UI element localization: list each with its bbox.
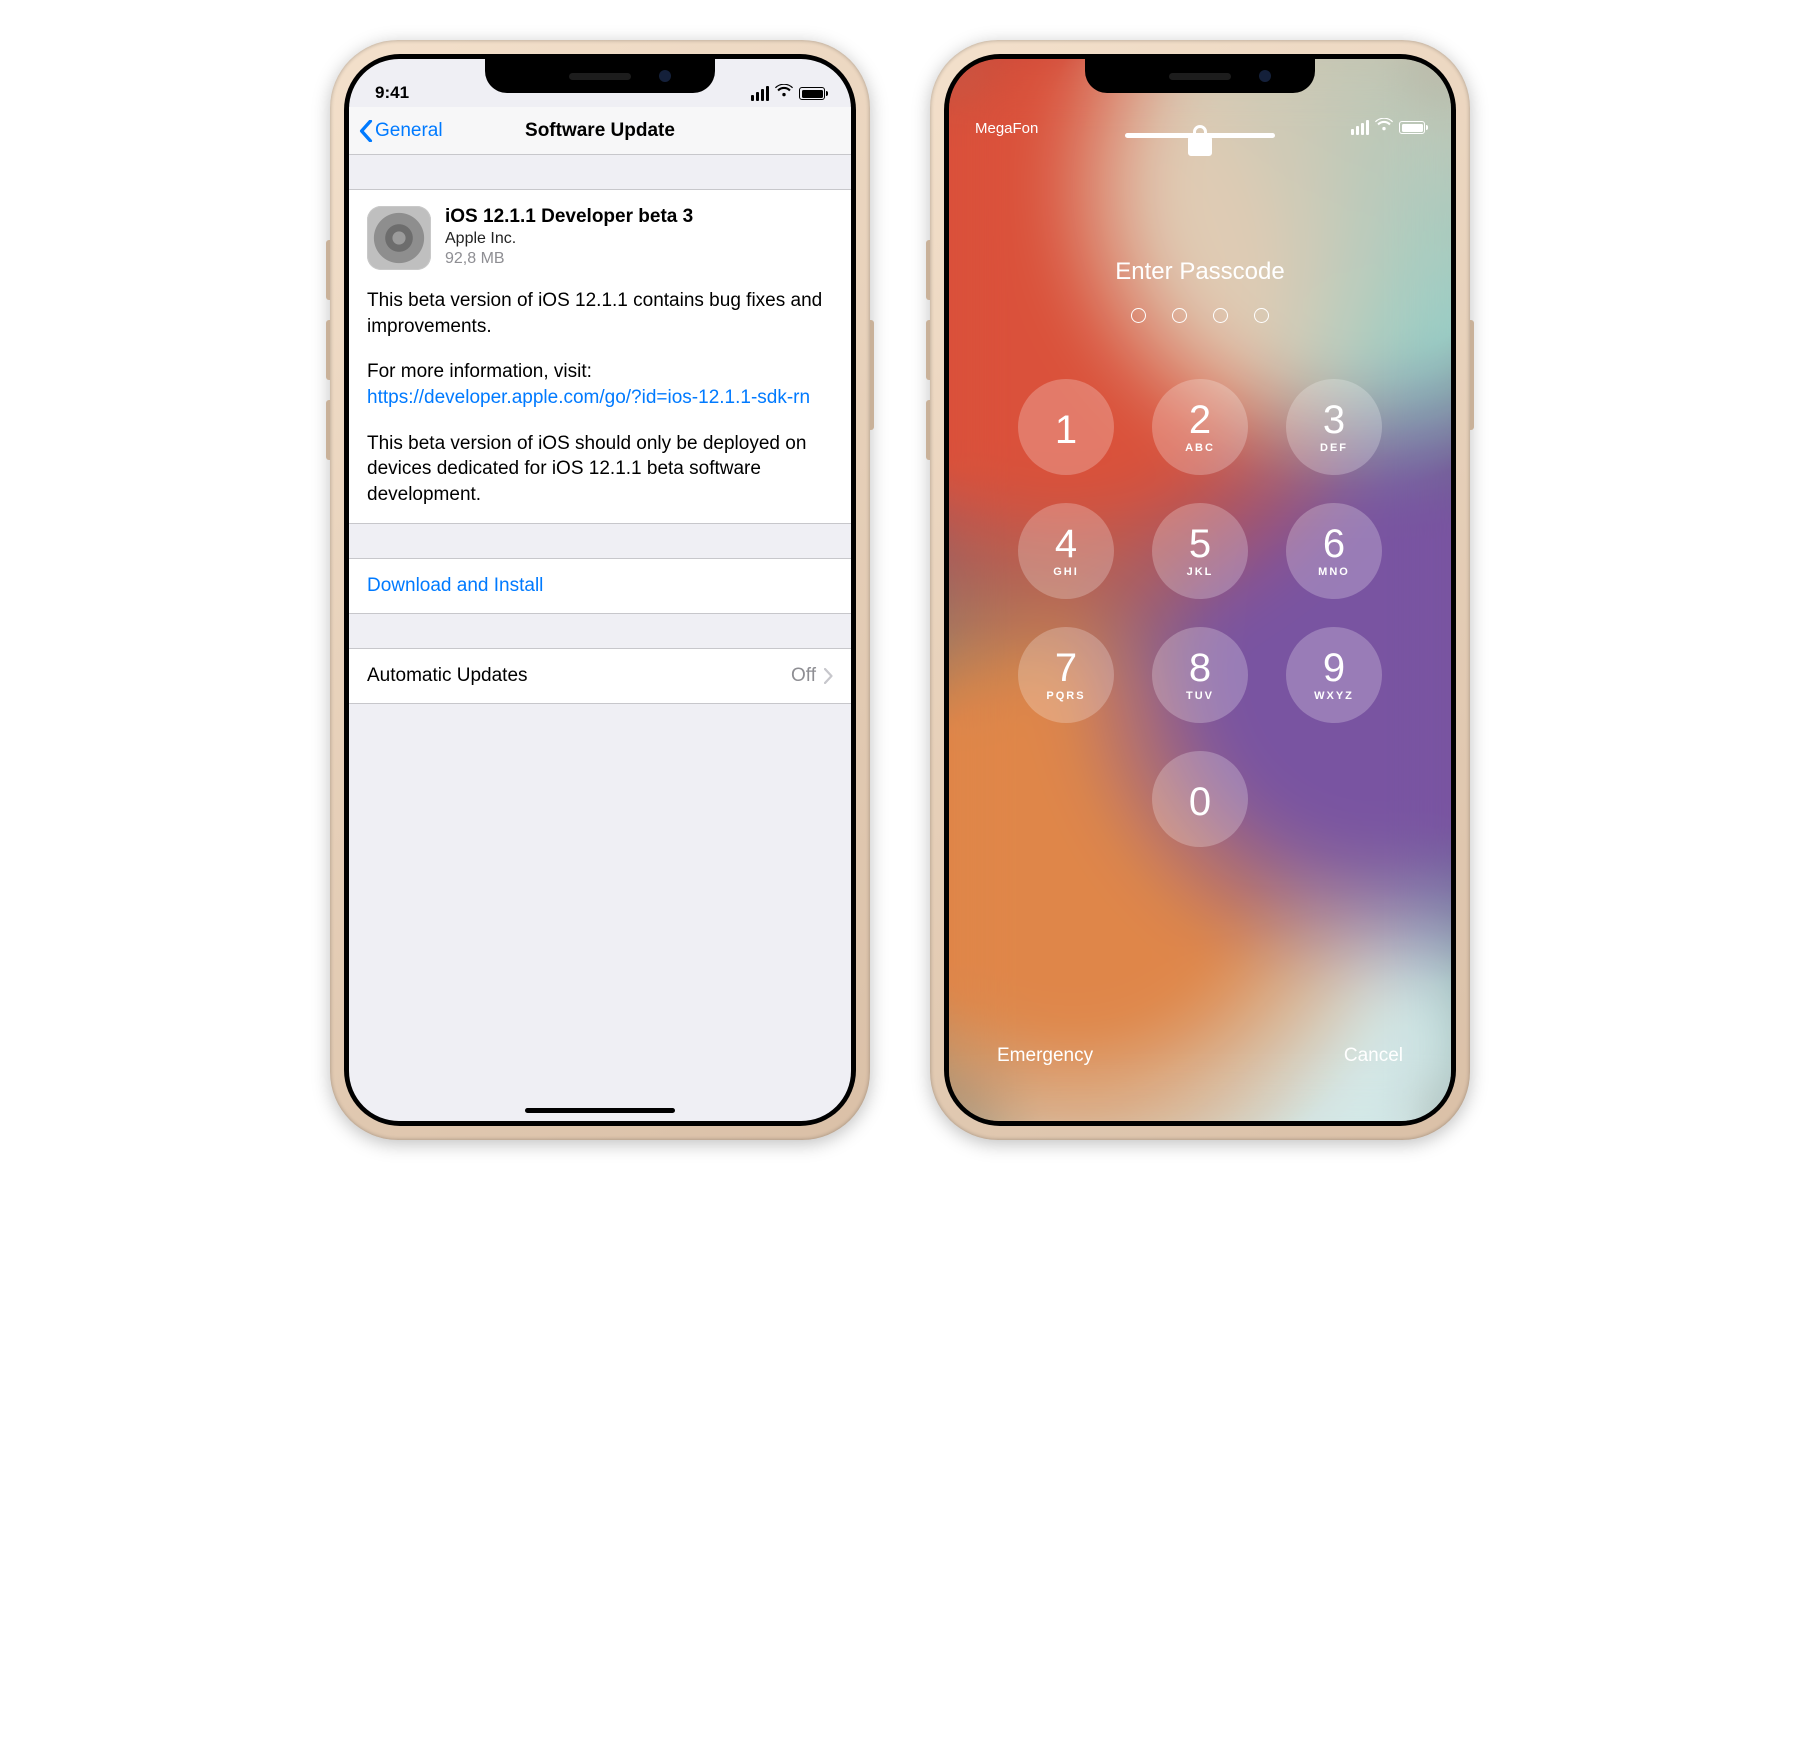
emergency-button[interactable]: Emergency	[997, 1045, 1093, 1067]
automatic-updates-label: Automatic Updates	[367, 665, 528, 687]
desc-line-2-prefix: For more information, visit:	[367, 361, 592, 382]
wifi-icon	[1375, 118, 1393, 137]
page-title: Software Update	[525, 120, 675, 142]
key-3[interactable]: 3DEF	[1286, 379, 1382, 475]
wifi-icon	[775, 84, 793, 103]
keypad: 1 2ABC 3DEF 4GHI 5JKL 6MNO 7PQRS 8TUV 9W…	[1018, 379, 1382, 847]
automatic-updates-row[interactable]: Automatic Updates Off	[349, 649, 851, 703]
update-size: 92,8 MB	[445, 250, 693, 268]
key-8[interactable]: 8TUV	[1152, 627, 1248, 723]
nav-bar: General Software Update	[349, 107, 851, 155]
update-section: iOS 12.1.1 Developer beta 3 Apple Inc. 9…	[349, 189, 851, 524]
key-2[interactable]: 2ABC	[1152, 379, 1248, 475]
automatic-updates-value: Off	[791, 665, 816, 687]
notch	[485, 59, 715, 93]
chevron-left-icon	[359, 120, 373, 142]
status-time: 9:41	[375, 83, 409, 103]
update-title: iOS 12.1.1 Developer beta 3	[445, 206, 693, 228]
settings-gear-icon	[367, 206, 431, 270]
key-1[interactable]: 1	[1018, 379, 1114, 475]
phone-frame-left: 9:41 General Software Update	[330, 40, 870, 1140]
home-indicator[interactable]	[525, 1108, 675, 1113]
download-install-label: Download and Install	[367, 575, 543, 597]
update-vendor: Apple Inc.	[445, 230, 693, 248]
download-install-button[interactable]: Download and Install	[349, 559, 851, 613]
signal-icon	[751, 86, 769, 101]
back-label: General	[375, 120, 443, 142]
passcode-dots	[1131, 308, 1269, 323]
signal-icon	[1351, 120, 1369, 135]
cancel-button[interactable]: Cancel	[1344, 1045, 1403, 1067]
home-indicator[interactable]	[1125, 133, 1275, 138]
battery-icon	[1399, 121, 1425, 134]
passcode-title: Enter Passcode	[1115, 258, 1284, 286]
notch	[1085, 59, 1315, 93]
key-9[interactable]: 9WXYZ	[1286, 627, 1382, 723]
key-0[interactable]: 0	[1152, 751, 1248, 847]
key-7[interactable]: 7PQRS	[1018, 627, 1114, 723]
desc-line-1: This beta version of iOS 12.1.1 contains…	[367, 288, 833, 339]
update-description: This beta version of iOS 12.1.1 contains…	[367, 288, 833, 507]
release-notes-link[interactable]: https://developer.apple.com/go/?id=ios-1…	[367, 387, 810, 408]
status-carrier: MegaFon	[975, 120, 1038, 137]
phone-frame-right: MegaFon Enter Passcode 1 2ABC 3DEF 4GHI …	[930, 40, 1470, 1140]
key-4[interactable]: 4GHI	[1018, 503, 1114, 599]
chevron-right-icon	[824, 668, 833, 684]
back-button[interactable]: General	[359, 120, 443, 142]
desc-line-3: This beta version of iOS should only be …	[367, 431, 833, 508]
battery-icon	[799, 87, 825, 100]
key-5[interactable]: 5JKL	[1152, 503, 1248, 599]
key-6[interactable]: 6MNO	[1286, 503, 1382, 599]
